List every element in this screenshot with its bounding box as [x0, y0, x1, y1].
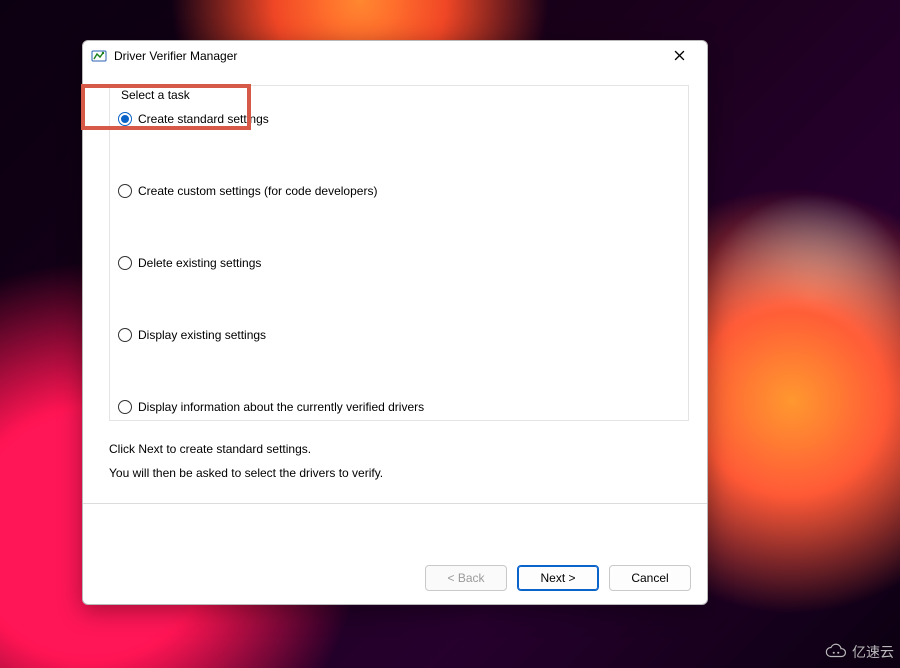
- back-button[interactable]: < Back: [425, 565, 507, 591]
- option-label: Create custom settings (for code develop…: [138, 184, 377, 198]
- cloud-icon: [824, 643, 848, 661]
- hint-text: Click Next to create standard settings. …: [109, 421, 689, 485]
- driver-verifier-dialog: Driver Verifier Manager Select a task Cr…: [82, 40, 708, 605]
- task-group-label: Select a task: [117, 88, 194, 102]
- option-label: Delete existing settings: [138, 256, 261, 270]
- separator: [83, 503, 707, 504]
- option-label: Display information about the currently …: [138, 400, 424, 414]
- option-display-existing[interactable]: Display existing settings: [116, 324, 682, 346]
- option-label: Create standard settings: [138, 112, 269, 126]
- close-icon: [674, 50, 685, 61]
- task-group: Select a task Create standard settings C…: [109, 85, 689, 421]
- radio-delete-existing[interactable]: [118, 256, 132, 270]
- titlebar: Driver Verifier Manager: [83, 41, 707, 71]
- option-label: Display existing settings: [138, 328, 266, 342]
- task-group-box: Create standard settings Create custom s…: [109, 85, 689, 421]
- radio-create-standard[interactable]: [118, 112, 132, 126]
- option-delete-existing[interactable]: Delete existing settings: [116, 252, 682, 274]
- dialog-content: Select a task Create standard settings C…: [83, 71, 707, 552]
- radio-display-existing[interactable]: [118, 328, 132, 342]
- hint-line2: You will then be asked to select the dri…: [109, 461, 689, 485]
- hint-line1: Click Next to create standard settings.: [109, 437, 689, 461]
- cancel-button[interactable]: Cancel: [609, 565, 691, 591]
- radio-create-custom[interactable]: [118, 184, 132, 198]
- radio-display-info[interactable]: [118, 400, 132, 414]
- next-button[interactable]: Next >: [517, 565, 599, 591]
- option-display-info[interactable]: Display information about the currently …: [116, 396, 682, 418]
- app-icon: [91, 48, 107, 64]
- option-create-standard[interactable]: Create standard settings: [116, 108, 682, 130]
- watermark: 亿速云: [824, 642, 894, 662]
- watermark-text: 亿速云: [852, 642, 894, 662]
- window-title: Driver Verifier Manager: [114, 49, 659, 63]
- close-button[interactable]: [659, 43, 699, 69]
- dialog-footer: < Back Next > Cancel: [83, 552, 707, 604]
- option-create-custom[interactable]: Create custom settings (for code develop…: [116, 180, 682, 202]
